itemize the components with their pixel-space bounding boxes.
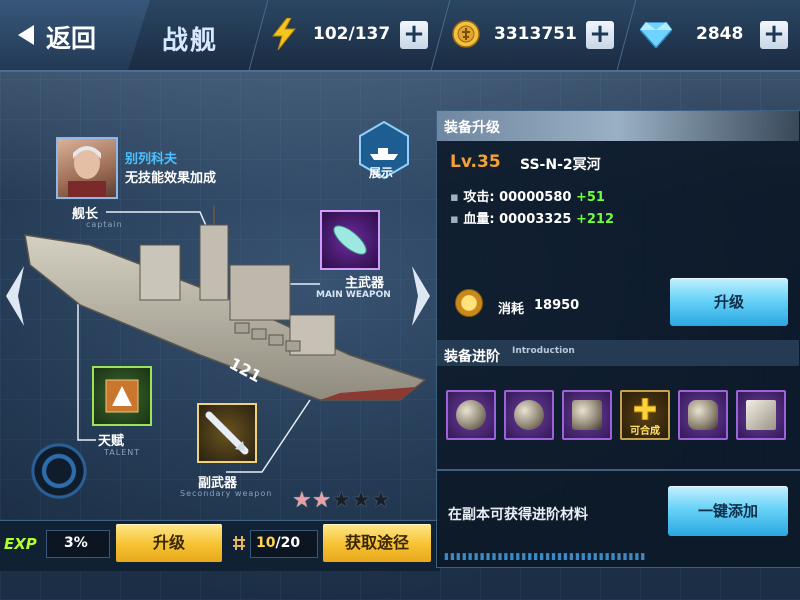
- craftable-label: 可合成: [630, 426, 660, 437]
- gold-coin-icon: [455, 289, 483, 317]
- engine-part-icon: [456, 400, 486, 430]
- plus-icon: [634, 398, 656, 420]
- craftable-material-slot[interactable]: 可合成: [620, 390, 670, 440]
- aircraft-part-icon: [746, 400, 776, 430]
- weapon-upgrade-button[interactable]: 升级: [670, 278, 788, 326]
- previous-ship-arrow-icon[interactable]: [4, 266, 26, 326]
- material-count: 10/20: [256, 535, 300, 551]
- show-label: 展示: [369, 166, 394, 180]
- hp-stat: ▪ 血量: 00003325 +212: [450, 208, 614, 227]
- hp-label: 血量:: [463, 212, 500, 227]
- material-icon: [233, 536, 245, 550]
- gold-coin-icon: [452, 20, 480, 48]
- rocket-icon: [205, 411, 249, 455]
- turret-part-icon: [572, 400, 602, 430]
- attack-bonus: +51: [575, 190, 605, 205]
- material-count-current: 10: [256, 535, 276, 551]
- advance-title: 装备进阶: [444, 349, 500, 365]
- talent-shells-icon: [105, 379, 139, 413]
- ship-upgrade-button[interactable]: 升级: [116, 524, 222, 562]
- star-filled-icon: ★: [311, 488, 332, 513]
- advance-material-slot[interactable]: [446, 390, 496, 440]
- add-gold-button[interactable]: +: [586, 21, 614, 49]
- advance-hint: 在副本可获得进阶材料: [448, 507, 588, 523]
- equipment-panel-title: 装备升级: [444, 120, 500, 136]
- material-count-total: /20: [275, 535, 301, 551]
- secondary-weapon-sub: Secondary weapon: [180, 489, 273, 498]
- gold-resource: 3313751 +: [452, 14, 622, 56]
- missile-icon: [333, 225, 367, 255]
- advance-subtitle: Introduction: [512, 346, 575, 356]
- talent-slot[interactable]: [92, 366, 152, 426]
- star-empty-icon: ★: [331, 488, 352, 513]
- attack-label: 攻击:: [463, 190, 500, 205]
- hp-bonus: +212: [575, 212, 615, 227]
- weapon-level: Lv.35: [450, 152, 501, 172]
- add-diamond-button[interactable]: +: [760, 21, 788, 49]
- main-weapon-label: 主武器: [345, 276, 385, 291]
- bullet-icon: ▪: [450, 190, 464, 205]
- radar-icon: [28, 440, 90, 502]
- advance-material-slot[interactable]: [562, 390, 612, 440]
- cylinder-part-icon: [514, 400, 544, 430]
- cost-label: 消耗: [498, 302, 525, 317]
- talent-label: 天赋: [98, 434, 125, 449]
- diamond-resource: 2848 +: [640, 14, 800, 56]
- advance-material-slot[interactable]: [736, 390, 786, 440]
- attack-value: 00000580: [499, 190, 572, 205]
- get-path-button[interactable]: 获取途径: [323, 524, 431, 562]
- advance-material-slot[interactable]: [678, 390, 728, 440]
- main-weapon-slot[interactable]: [320, 210, 380, 270]
- diamond-value: 2848: [696, 24, 744, 44]
- decorative-strip: ▮▮▮▮▮▮▮▮▮▮▮▮▮▮▮▮▮▮▮▮▮▮▮▮▮▮▮▮▮▮▮▮▮▮: [444, 552, 647, 562]
- advance-material-slot[interactable]: [504, 390, 554, 440]
- star-empty-icon: ★: [370, 488, 391, 513]
- cost-value: 18950: [534, 298, 580, 313]
- auto-add-button[interactable]: 一键添加: [668, 486, 788, 536]
- main-weapon-sub: MAIN WEAPON: [316, 290, 391, 300]
- exp-value: 3%: [64, 535, 88, 551]
- canister-part-icon: [688, 400, 718, 430]
- star-empty-icon: ★: [351, 488, 371, 513]
- star-rating: ★★★★★: [292, 490, 391, 512]
- exp-label: EXP: [4, 535, 37, 553]
- next-ship-arrow-icon[interactable]: [410, 266, 432, 326]
- diamond-icon: [640, 22, 672, 48]
- secondary-weapon-slot[interactable]: [197, 403, 257, 463]
- talent-sub: TALENT: [104, 448, 141, 457]
- bullet-icon: ▪: [450, 212, 464, 227]
- attack-stat: ▪ 攻击: 00000580 +51: [450, 186, 605, 205]
- gold-value: 3313751: [494, 24, 577, 44]
- star-filled-icon: ★: [292, 488, 312, 513]
- weapon-name: SS-N-2冥河: [520, 157, 601, 173]
- hp-value: 00003325: [499, 212, 572, 227]
